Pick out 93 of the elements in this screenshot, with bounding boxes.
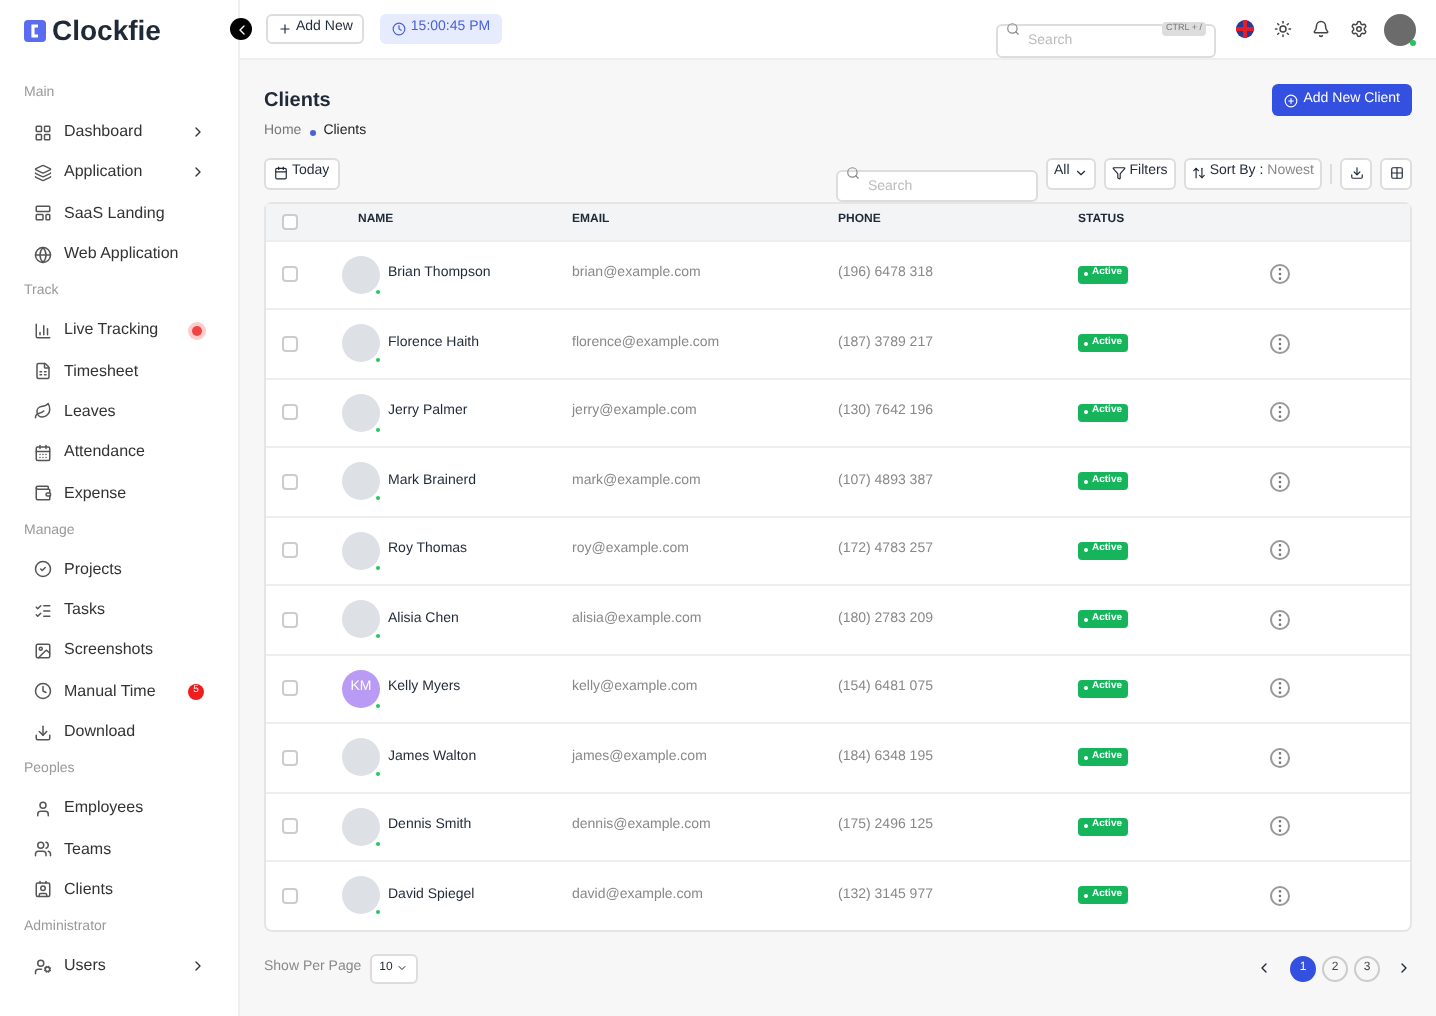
caret-icon	[1073, 166, 1088, 180]
checklist-icon	[34, 601, 52, 620]
sidebar-item[interactable]: Users	[24, 946, 214, 987]
row-checkbox[interactable]	[282, 749, 298, 766]
download-icon	[1349, 166, 1363, 180]
more-icon[interactable]	[1270, 333, 1290, 354]
globe-icon	[34, 245, 52, 264]
sidebar-item[interactable]: Application	[24, 152, 214, 194]
sidebar-item[interactable]: Teams	[24, 828, 214, 870]
sheet-icon	[34, 362, 52, 381]
user-avatar[interactable]	[1384, 13, 1416, 45]
more-icon[interactable]	[1270, 609, 1290, 630]
search-icon	[845, 166, 860, 180]
photo-placeholder	[342, 531, 380, 570]
sidebar-item[interactable]: Web Application	[24, 233, 214, 275]
more-icon[interactable]	[1270, 540, 1290, 561]
photo-placeholder	[342, 393, 380, 432]
clock-icon	[34, 682, 52, 701]
row-checkbox[interactable]	[282, 611, 298, 628]
sidebar-item[interactable]: Employees	[24, 788, 214, 829]
caret-icon	[396, 962, 409, 974]
previous-page-icon[interactable]	[1256, 960, 1272, 976]
more-icon[interactable]	[1270, 471, 1290, 492]
layout-icon	[34, 204, 52, 223]
sidebar-item[interactable]: Leaves	[24, 391, 214, 433]
more-icon[interactable]	[1270, 816, 1290, 837]
chevron-icon	[190, 124, 206, 141]
row-checkbox[interactable]	[282, 335, 298, 352]
download-icon	[34, 723, 52, 741]
clock-icon	[392, 22, 407, 36]
settings-icon[interactable]	[1350, 20, 1368, 38]
sidebar-item[interactable]: Expense	[24, 472, 214, 514]
sidebar-item[interactable]: Live Tracking	[24, 310, 214, 351]
bar-chart-icon	[34, 321, 52, 340]
flag-icon[interactable]	[1236, 20, 1254, 38]
collapse-button[interactable]	[230, 18, 252, 40]
search-icon	[1006, 22, 1020, 36]
calendar-icon	[34, 443, 52, 462]
photo-placeholder	[342, 324, 380, 363]
image-icon	[34, 641, 52, 660]
page-title: Clients	[264, 88, 333, 116]
sidebar-item[interactable]: Clients	[24, 869, 214, 911]
photo-placeholder	[342, 738, 380, 777]
user-icon	[34, 799, 52, 818]
photo-placeholder	[342, 807, 380, 846]
more-icon[interactable]	[1270, 678, 1290, 699]
photo-placeholder	[342, 876, 380, 915]
sidebar-item[interactable]: SaaS Landing	[24, 193, 214, 234]
wallet-icon	[34, 484, 52, 503]
plus-circle-icon	[1283, 93, 1298, 107]
logo-icon	[24, 19, 46, 41]
chevron-icon	[190, 164, 206, 181]
sidebar-item[interactable]: Timesheet	[24, 350, 214, 392]
row-checkbox[interactable]	[282, 542, 298, 559]
sidebar-item[interactable]: Screenshots	[24, 630, 214, 672]
calendar-icon	[274, 166, 288, 180]
brand-name: Clockfie	[52, 11, 161, 49]
check-circle-icon	[34, 560, 52, 579]
sidebar-item[interactable]: Attendance	[24, 432, 214, 473]
row-checkbox[interactable]	[282, 680, 298, 697]
users-icon	[34, 840, 52, 859]
plus-icon	[278, 22, 292, 36]
filter-icon	[1111, 166, 1126, 180]
notification-icon[interactable]	[1312, 20, 1330, 38]
grid-view-button[interactable]	[1380, 157, 1412, 189]
more-icon[interactable]	[1270, 885, 1290, 906]
sort-icon	[1191, 166, 1206, 180]
more-icon[interactable]	[1270, 402, 1290, 423]
grid-icon	[1389, 166, 1403, 180]
contact-icon	[34, 880, 52, 899]
grid-icon	[34, 123, 52, 142]
more-icon[interactable]	[1270, 264, 1290, 285]
select-all-checkbox[interactable]	[282, 213, 298, 229]
sidebar-item[interactable]: Dashboard	[24, 112, 214, 153]
row-checkbox[interactable]	[282, 473, 298, 490]
row-checkbox[interactable]	[282, 887, 298, 904]
theme-icon[interactable]	[1274, 20, 1292, 38]
user-cog-icon	[34, 957, 52, 976]
photo-placeholder	[342, 600, 380, 639]
sidebar-item[interactable]: Projects	[24, 549, 214, 590]
more-icon[interactable]	[1270, 747, 1290, 768]
row-checkbox[interactable]	[282, 818, 298, 835]
row-checkbox[interactable]	[282, 266, 298, 283]
chevron-icon	[190, 958, 206, 975]
leaf-icon	[34, 402, 52, 421]
photo-placeholder	[342, 255, 380, 294]
row-checkbox[interactable]	[282, 404, 298, 421]
sidebar-item[interactable]: Download	[24, 711, 214, 753]
export-button[interactable]	[1340, 157, 1372, 189]
next-page-icon[interactable]	[1396, 960, 1412, 976]
layers-icon	[34, 163, 52, 182]
sidebar-item[interactable]: Tasks	[24, 589, 214, 631]
photo-placeholder	[342, 462, 380, 501]
